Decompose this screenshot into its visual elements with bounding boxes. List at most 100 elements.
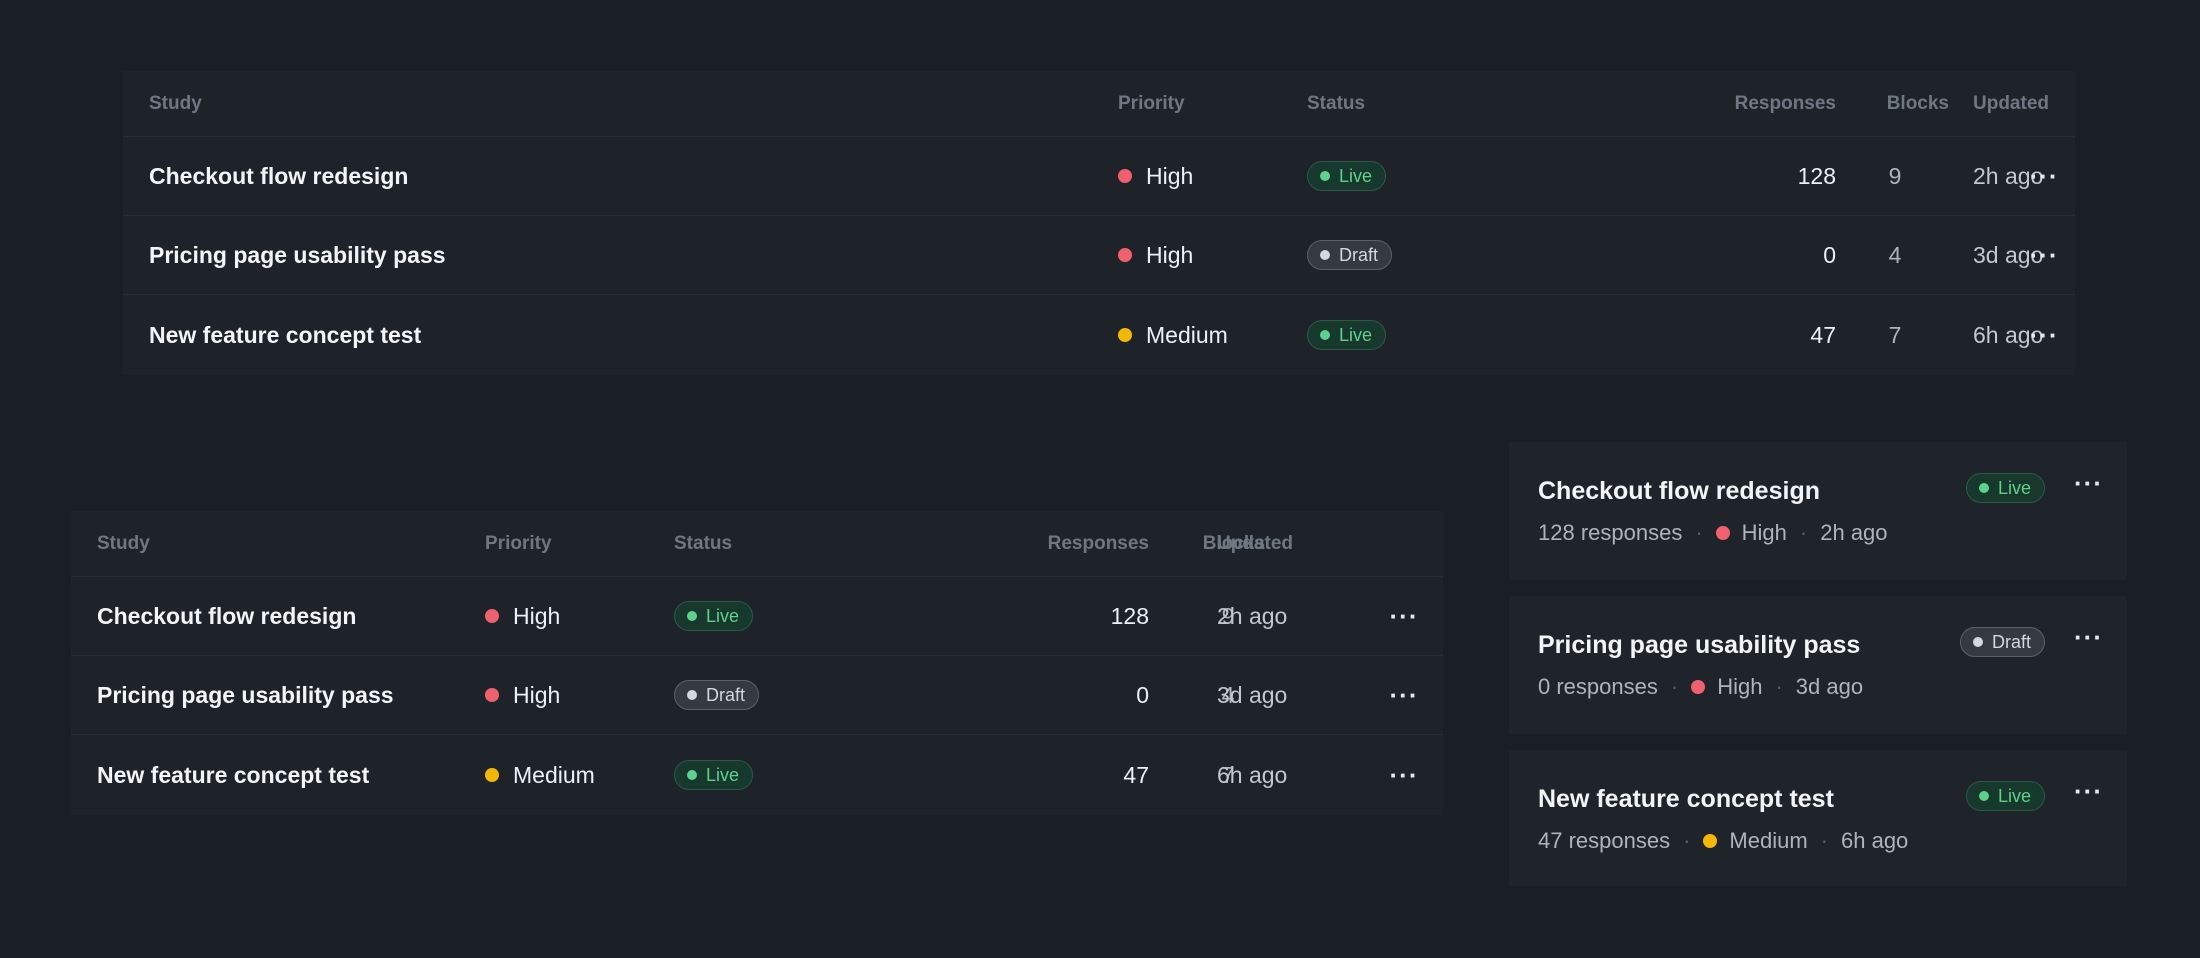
status-cell: Draft (1959, 627, 2045, 657)
status-dot (1320, 330, 1330, 340)
study-card[interactable]: Checkout flow redesign Live ··· 128 resp… (1509, 442, 2127, 580)
priority-dot (485, 609, 499, 623)
table-row[interactable]: Pricing page usability pass High Draft 0… (123, 216, 2075, 295)
status-cell: Live (674, 735, 754, 815)
status-badge: Live (674, 760, 754, 790)
studies-table-wide: Study Priority Status Responses Blocks U… (123, 71, 2075, 375)
priority-dot (485, 688, 499, 702)
status-badge: Live (1307, 320, 1387, 350)
separator: · (1695, 520, 1703, 545)
priority-cell: High (1118, 137, 1193, 215)
responses-count: 47 responses (1538, 828, 1671, 853)
column-header-study[interactable]: Study (97, 511, 150, 576)
updated-time: 2h ago (1217, 602, 1288, 629)
status-label: Draft (1991, 631, 2031, 652)
table-row[interactable]: New feature concept test Medium Live 47 … (71, 735, 1443, 815)
priority-label: High (513, 602, 561, 629)
more-actions-button[interactable]: ··· (2074, 776, 2103, 807)
card-title[interactable]: New feature concept test (1538, 785, 1834, 814)
status-cell: Live (1965, 473, 2045, 503)
column-header-blocks[interactable]: Blocks (1763, 71, 1949, 136)
priority-dot (1118, 328, 1132, 342)
column-header-status[interactable]: Status (1307, 71, 1365, 136)
card-meta: 128 responses · High · 2h ago (1538, 520, 1888, 546)
updated-time: 6h ago (1217, 761, 1288, 788)
studies-table-compact: Study Priority Status Responses Blocks U… (71, 511, 1443, 815)
column-header-updated[interactable]: Updated (1217, 511, 1293, 576)
study-name[interactable]: Pricing page usability pass (97, 656, 394, 734)
study-card[interactable]: New feature concept test Live ··· 47 res… (1509, 750, 2127, 886)
column-header-responses[interactable]: Responses (901, 511, 1149, 576)
responses-count: 0 responses (1538, 674, 1658, 699)
responses-count: 47 (1123, 761, 1149, 788)
status-cell: Draft (1307, 216, 1393, 294)
card-title[interactable]: Checkout flow redesign (1538, 477, 1820, 506)
status-label: Live (1997, 477, 2031, 498)
more-actions-button[interactable]: ··· (1379, 735, 1429, 815)
study-name[interactable]: Pricing page usability pass (149, 216, 446, 294)
responses-count: 47 (1810, 321, 1836, 348)
priority-label: High (513, 681, 561, 708)
study-name[interactable]: Checkout flow redesign (97, 577, 356, 655)
study-card[interactable]: Pricing page usability pass Draft ··· 0 … (1509, 596, 2127, 734)
responses-count: 0 (1823, 241, 1836, 268)
column-header-priority[interactable]: Priority (1118, 71, 1185, 136)
card-meta: 0 responses · High · 3d ago (1538, 674, 1863, 700)
separator: · (1775, 674, 1783, 699)
study-name[interactable]: Checkout flow redesign (149, 137, 408, 215)
responses-count: 128 (1110, 602, 1149, 629)
status-dot (687, 611, 697, 621)
separator: · (1820, 828, 1828, 853)
priority-label: High (1741, 520, 1787, 545)
status-dot (1978, 483, 1989, 493)
status-cell: Live (1965, 781, 2045, 811)
separator: · (1799, 520, 1808, 545)
status-badge: Live (1965, 473, 2045, 503)
priority-dot (1691, 680, 1706, 694)
card-title[interactable]: Pricing page usability pass (1538, 631, 1860, 660)
status-label: Live (1339, 324, 1373, 345)
column-header-status[interactable]: Status (674, 511, 732, 576)
more-actions-button[interactable]: ··· (2019, 295, 2069, 375)
column-header-updated[interactable]: Updated (1973, 71, 2049, 136)
priority-cell: High (485, 577, 560, 655)
more-actions-button[interactable]: ··· (1379, 656, 1429, 734)
study-name[interactable]: New feature concept test (149, 295, 421, 375)
priority-cell: High (485, 656, 560, 734)
status-badge: Draft (1959, 627, 2045, 657)
table-row[interactable]: Checkout flow redesign High Live 128 9 2… (123, 137, 2075, 216)
table-row[interactable]: Pricing page usability pass High Draft 0… (71, 656, 1443, 735)
table-row[interactable]: New feature concept test Medium Live 47 … (123, 295, 2075, 375)
status-cell: Live (1307, 137, 1387, 215)
status-label: Live (1997, 785, 2031, 806)
updated-time: 3d ago (1795, 674, 1864, 699)
updated-time: 3d ago (1217, 681, 1288, 708)
status-badge: Draft (1307, 240, 1393, 270)
status-badge: Live (1965, 781, 2045, 811)
priority-label: Medium (1729, 828, 1808, 853)
status-label: Live (1339, 165, 1373, 186)
more-actions-button[interactable]: ··· (2074, 468, 2103, 499)
updated-time: 6h ago (1841, 828, 1909, 853)
priority-label: Medium (1146, 321, 1228, 348)
status-label: Draft (1339, 244, 1379, 265)
study-name[interactable]: New feature concept test (97, 735, 369, 815)
status-dot (1978, 791, 1989, 801)
more-actions-button[interactable]: ··· (2019, 137, 2069, 215)
priority-cell: High (1118, 216, 1193, 294)
column-header-study[interactable]: Study (149, 71, 202, 136)
priority-dot (1118, 248, 1132, 262)
column-header-priority[interactable]: Priority (485, 511, 552, 576)
priority-cell: Medium (1118, 295, 1228, 375)
more-actions-button[interactable]: ··· (2074, 622, 2103, 653)
priority-dot (1118, 169, 1132, 183)
status-label: Draft (706, 684, 746, 705)
more-actions-button[interactable]: ··· (2019, 216, 2069, 294)
status-dot (1320, 250, 1330, 260)
priority-label: Medium (513, 761, 595, 788)
separator: · (1683, 828, 1691, 853)
table-row[interactable]: Checkout flow redesign High Live 128 9 2… (71, 577, 1443, 656)
priority-dot (1703, 834, 1718, 848)
status-label: Live (706, 605, 740, 626)
more-actions-button[interactable]: ··· (1379, 577, 1429, 655)
